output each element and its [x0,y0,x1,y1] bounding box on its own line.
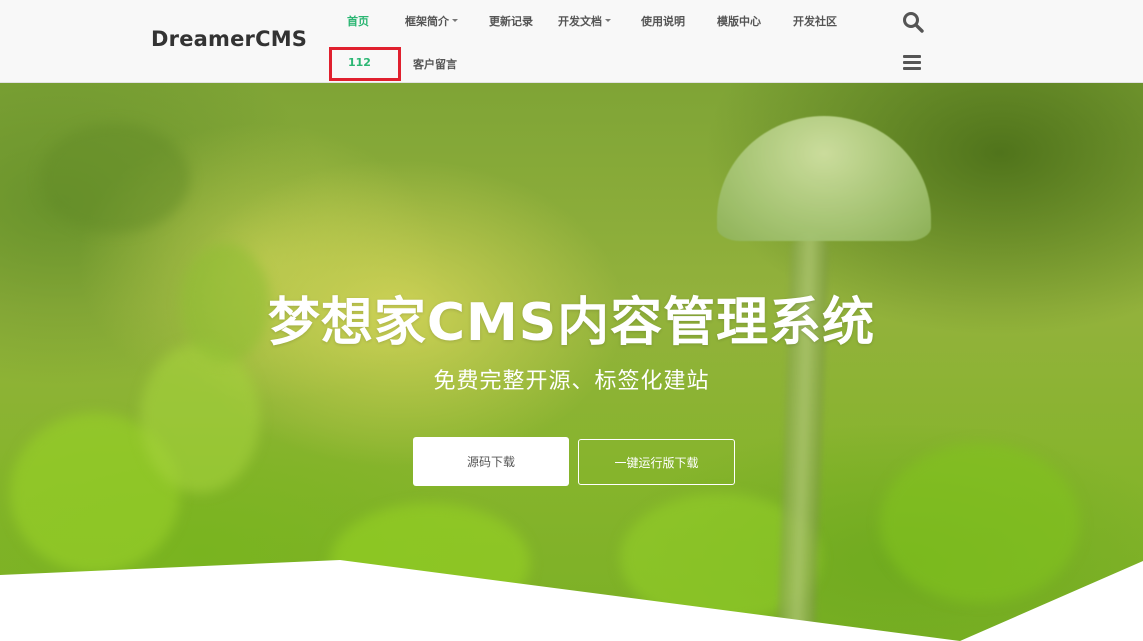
search-icon[interactable] [902,11,924,33]
nav-changelog[interactable]: 更新记录 [489,13,533,29]
site-logo[interactable]: DreamerCMS [151,27,307,51]
caret-down-icon [605,18,611,22]
nav-framework-label: 框架简介 [405,15,449,28]
nav-templates[interactable]: 模版中心 [717,13,761,29]
site-header: DreamerCMS 首页 框架简介 更新记录 开发文档 使用说明 模版中心 开… [0,0,1143,83]
nav-dev-docs-label: 开发文档 [558,15,602,28]
caret-down-icon [452,18,458,22]
hero-banner: 梦想家CMS内容管理系统 免费完整开源、标签化建站 源码下载 一键运行版下载 [0,83,1143,641]
bottom-wave-divider [0,560,1143,641]
nav-home[interactable]: 首页 [347,13,369,29]
nav-item-112[interactable]: 112 [348,56,371,69]
hamburger-menu-icon[interactable] [903,55,921,71]
nav-framework[interactable]: 框架简介 [405,13,458,29]
nav-dev-docs[interactable]: 开发文档 [558,13,611,29]
nav-community[interactable]: 开发社区 [793,13,837,29]
nav-usage[interactable]: 使用说明 [641,13,685,29]
nav-guestbook[interactable]: 客户留言 [413,56,457,72]
